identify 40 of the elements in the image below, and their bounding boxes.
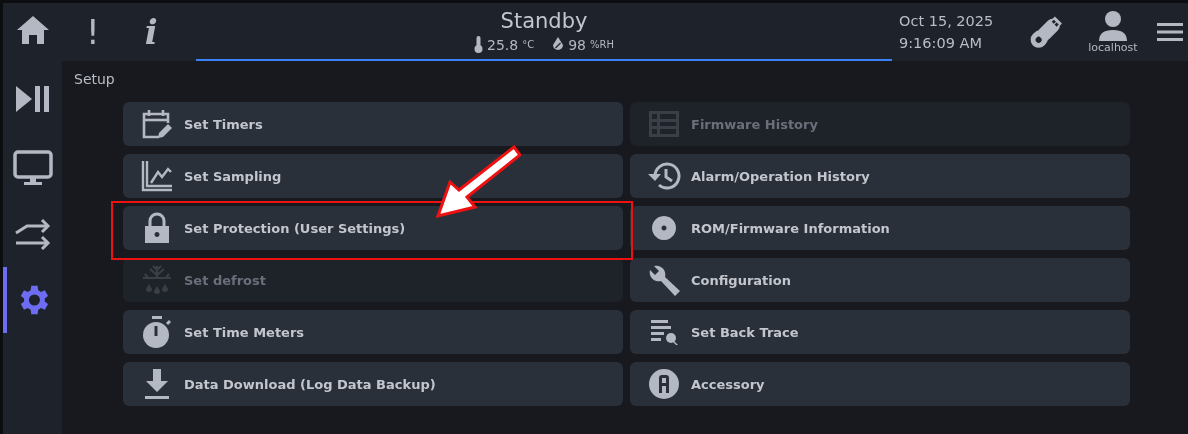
info-button[interactable]: i	[144, 12, 158, 52]
snowflake-drops-icon	[141, 264, 173, 296]
lock-icon	[144, 212, 170, 244]
menu-button[interactable]: Data Download (Log Data Backup)	[123, 362, 623, 406]
temperature-unit: °C	[522, 39, 535, 50]
menu-button[interactable]: Set Time Meters	[123, 310, 623, 354]
menu-button[interactable]: ROM/Firmware Information	[630, 206, 1130, 250]
user-name: localhost	[1088, 40, 1138, 54]
menu-button[interactable]: Accessory	[630, 362, 1130, 406]
menu-icon[interactable]	[1155, 21, 1184, 43]
status-text: Standby	[500, 9, 588, 33]
list-search-icon	[649, 319, 679, 345]
download-icon	[143, 368, 171, 400]
humidity-unit: %RH	[590, 39, 614, 50]
home-icon[interactable]	[16, 15, 50, 45]
accessory-icon	[648, 368, 680, 400]
thermometer-icon	[474, 36, 483, 53]
menu-button[interactable]: Alarm/Operation History	[630, 154, 1130, 198]
arrows-icon	[14, 218, 51, 250]
menu-button[interactable]: Set Back Trace	[630, 310, 1130, 354]
list-icon	[648, 110, 680, 138]
menu-button[interactable]: Set Timers	[123, 102, 623, 146]
menu-button[interactable]: Configuration	[630, 258, 1130, 302]
date-text: Oct 15, 2025	[899, 12, 994, 31]
temperature-value: 25.8	[487, 36, 519, 53]
page-title: Setup	[74, 71, 115, 87]
menu-button[interactable]: Set Sampling	[123, 154, 623, 198]
calendar-edit-icon	[141, 108, 173, 140]
monitor-icon	[12, 150, 53, 186]
user-icon[interactable]	[1096, 10, 1129, 41]
play-pause-icon	[14, 85, 51, 113]
droplet-icon	[552, 37, 565, 52]
menu-button[interactable]: Set Protection (User Settings)	[123, 206, 623, 250]
chart-icon	[141, 160, 173, 192]
history-icon	[647, 160, 681, 192]
alert-button[interactable]: !	[86, 12, 100, 52]
humidity-value: 98	[568, 36, 586, 53]
wrench-icon	[647, 263, 681, 297]
stopwatch-icon	[141, 315, 173, 349]
time-text: 9:16:09 AM	[899, 34, 983, 53]
